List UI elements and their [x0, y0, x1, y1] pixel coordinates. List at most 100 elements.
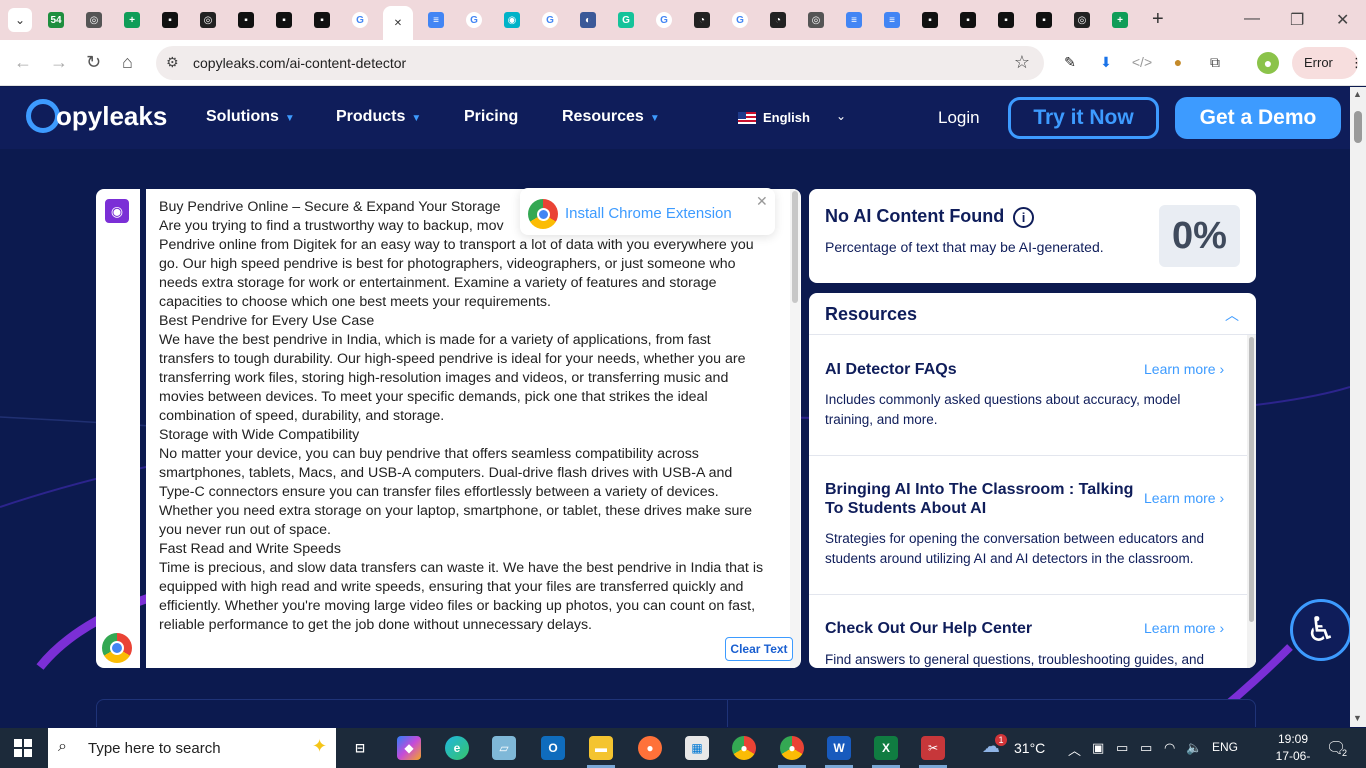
nav-products[interactable]: Products ▼: [336, 108, 421, 126]
browser-tab[interactable]: ▪: [994, 8, 1018, 32]
microsoft-store-icon[interactable]: ▦: [685, 736, 709, 760]
editor-paragraph[interactable]: No matter your device, you can buy pendr…: [159, 445, 769, 540]
notes-app-icon[interactable]: ▱: [492, 736, 516, 760]
browser-tab[interactable]: G: [348, 8, 372, 32]
scroll-down-icon[interactable]: ▼: [1353, 713, 1362, 723]
get-a-demo-button[interactable]: Get a Demo: [1175, 97, 1341, 139]
battery-icon[interactable]: ▭: [1140, 740, 1152, 756]
copilot-icon[interactable]: ◆: [397, 736, 421, 760]
excel-icon[interactable]: X: [874, 736, 898, 760]
address-bar[interactable]: ⚙ copyleaks.com/ai-content-detector ☆: [156, 46, 1044, 80]
editor-paragraph[interactable]: Pendrive online from Digitek for an easy…: [159, 236, 769, 312]
new-tab-button[interactable]: +: [1152, 8, 1164, 31]
browser-tab[interactable]: +: [120, 8, 144, 32]
minimize-icon[interactable]: —: [1244, 10, 1260, 28]
outlook-icon[interactable]: O: [541, 736, 565, 760]
nav-solutions[interactable]: Solutions ▼: [206, 108, 295, 126]
editor-paragraph[interactable]: Storage with Wide Compatibility: [159, 426, 769, 445]
error-menu-button[interactable]: Error ⋮: [1292, 47, 1363, 79]
browser-tab[interactable]: ◎: [196, 8, 220, 32]
login-link[interactable]: Login: [938, 108, 980, 128]
word-icon[interactable]: W: [827, 736, 851, 760]
editor-scrollbar[interactable]: [790, 189, 800, 668]
scroll-up-icon[interactable]: ▲: [1353, 89, 1362, 99]
close-icon[interactable]: ✕: [756, 193, 768, 210]
taskbar-clock[interactable]: 19:09 17-06-2025: [1268, 731, 1318, 768]
browser-tab[interactable]: ◉: [500, 8, 524, 32]
editor-content[interactable]: Buy Pendrive Online – Secure & Expand Yo…: [159, 198, 769, 635]
resources-scrollbar[interactable]: [1247, 335, 1256, 668]
browser-tab[interactable]: ◎: [82, 8, 106, 32]
taskbar-search-box[interactable]: ⌕ Type here to search ✦: [48, 728, 336, 768]
chevron-up-icon[interactable]: ︿: [1068, 740, 1081, 759]
nav-resources[interactable]: Resources ▼: [562, 108, 660, 126]
browser-tab[interactable]: G: [728, 8, 752, 32]
browser-tab[interactable]: G: [462, 8, 486, 32]
nav-pricing[interactable]: Pricing: [464, 108, 518, 126]
site-info-icon[interactable]: ⚙: [166, 54, 179, 71]
browser-tab[interactable]: ≡: [842, 8, 866, 32]
learn-more-link[interactable]: Learn more ›: [1144, 490, 1224, 506]
browser-tab[interactable]: ▪: [158, 8, 182, 32]
code-extension-icon[interactable]: </>: [1132, 52, 1152, 72]
file-explorer-icon[interactable]: ▬: [589, 736, 613, 760]
download-extension-icon[interactable]: ⬇: [1096, 52, 1116, 72]
browser-tab[interactable]: ▪: [918, 8, 942, 32]
tab-search-dropdown[interactable]: ⌄: [8, 8, 32, 32]
chrome-extension-icon[interactable]: [102, 633, 132, 663]
task-view-icon[interactable]: ⊟: [348, 736, 372, 760]
browser-tab[interactable]: ◎: [1070, 8, 1094, 32]
browser-tab[interactable]: ◔: [690, 8, 714, 32]
bookmark-star-icon[interactable]: ☆: [1014, 52, 1030, 73]
editor-paragraph[interactable]: Fast Read and Write Speeds: [159, 540, 769, 559]
learn-more-link[interactable]: Learn more ›: [1144, 620, 1224, 636]
browser-tab[interactable]: ▪: [1032, 8, 1056, 32]
reload-icon[interactable]: ↻: [86, 52, 101, 73]
home-icon[interactable]: ⌂: [122, 52, 133, 73]
text-editor[interactable]: Buy Pendrive Online – Secure & Expand Yo…: [146, 189, 801, 668]
firefox-icon[interactable]: ●: [638, 736, 662, 760]
browser-tab[interactable]: ▪: [234, 8, 258, 32]
chevron-down-icon[interactable]: ⌄: [836, 109, 846, 123]
try-it-now-button[interactable]: Try it Now: [1008, 97, 1159, 139]
snipping-tool-icon[interactable]: ✂: [921, 736, 945, 760]
chrome-profile-icon[interactable]: ●: [780, 736, 804, 760]
wifi-icon[interactable]: ◠: [1164, 740, 1175, 756]
browser-tab[interactable]: G: [538, 8, 562, 32]
volume-icon[interactable]: 🔈: [1186, 740, 1202, 756]
restore-icon[interactable]: ❐: [1290, 10, 1304, 30]
forward-arrow-icon[interactable]: →: [50, 52, 68, 73]
doge-extension-icon[interactable]: ●: [1168, 52, 1188, 72]
chrome-icon[interactable]: ●: [732, 736, 756, 760]
learn-more-link[interactable]: Learn more ›: [1144, 361, 1224, 377]
browser-tab[interactable]: ≡: [880, 8, 904, 32]
browser-tab[interactable]: ◐: [576, 8, 600, 32]
back-arrow-icon[interactable]: ←: [14, 52, 32, 73]
chevron-up-icon[interactable]: ︿: [1225, 305, 1239, 325]
editor-paragraph[interactable]: Best Pendrive for Every Use Case: [159, 312, 769, 331]
page-scrollbar[interactable]: ▲ ▼: [1350, 87, 1366, 727]
weather-temp[interactable]: 31°C: [1014, 740, 1045, 756]
browser-tab[interactable]: 54: [44, 8, 68, 32]
browser-tab[interactable]: ▪: [310, 8, 334, 32]
install-extension-popup[interactable]: Install Chrome Extension ✕: [520, 188, 775, 235]
browser-tab[interactable]: ▪: [272, 8, 296, 32]
browser-tab[interactable]: G: [614, 8, 638, 32]
extensions-puzzle-icon[interactable]: ⧉: [1205, 52, 1225, 72]
kebab-menu-icon[interactable]: ⋮: [1350, 47, 1363, 79]
accessibility-icon[interactable]: ♿: [1290, 599, 1350, 661]
url-text[interactable]: copyleaks.com/ai-content-detector: [193, 55, 406, 71]
editor-paragraph[interactable]: We have the best pendrive in India, whic…: [159, 331, 769, 426]
copyleaks-logo[interactable]: opyleaks: [26, 99, 167, 133]
eyedropper-extension-icon[interactable]: ✎: [1060, 52, 1080, 72]
browser-tab[interactable]: ▪: [956, 8, 980, 32]
close-window-icon[interactable]: ✕: [1336, 10, 1349, 30]
install-extension-label[interactable]: Install Chrome Extension: [565, 205, 732, 222]
info-icon[interactable]: i: [1013, 207, 1034, 228]
browser-tab[interactable]: ◎: [804, 8, 828, 32]
editor-paragraph[interactable]: Time is precious, and slow data transfer…: [159, 559, 769, 635]
display-tray-icon[interactable]: ▭: [1116, 740, 1128, 756]
browser-tab[interactable]: ✕: [383, 6, 413, 40]
camera-tray-icon[interactable]: ▣: [1092, 740, 1104, 756]
resources-header[interactable]: Resources ︿: [809, 293, 1256, 335]
